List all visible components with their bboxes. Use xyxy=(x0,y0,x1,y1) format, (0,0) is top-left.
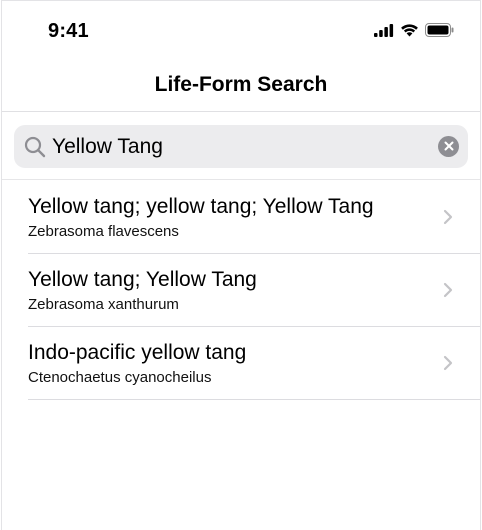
status-icons xyxy=(374,23,454,42)
status-time: 9:41 xyxy=(48,20,89,42)
clear-search-button[interactable] xyxy=(438,136,459,157)
result-row[interactable]: Yellow tang; yellow tang; Yellow Tang Ze… xyxy=(28,181,480,254)
search-bar[interactable] xyxy=(14,125,468,168)
cellular-signal-icon xyxy=(374,23,394,42)
wifi-icon xyxy=(400,23,419,42)
chevron-right-icon xyxy=(443,355,453,376)
search-icon xyxy=(24,136,46,163)
result-row[interactable]: Indo-pacific yellow tang Ctenochaetus cy… xyxy=(28,327,480,400)
clear-icon xyxy=(444,138,454,156)
chevron-right-icon xyxy=(443,282,453,303)
battery-icon xyxy=(425,23,454,42)
results-list: Yellow tang; yellow tang; Yellow Tang Ze… xyxy=(2,181,480,400)
page-title: Life-Form Search xyxy=(154,73,328,96)
result-scientific-name: Ctenochaetus cyanocheilus xyxy=(28,369,212,386)
result-common-names: Yellow tang; yellow tang; Yellow Tang xyxy=(28,195,374,218)
result-row[interactable]: Yellow tang; Yellow Tang Zebrasoma xanth… xyxy=(28,254,480,327)
navigation-bar: Life-Form Search xyxy=(2,63,480,112)
app-screen: 9:41 Life-Form Search Yellow Tang Yellow… xyxy=(1,0,481,530)
result-common-names: Indo-pacific yellow tang xyxy=(28,341,247,364)
result-common-names: Yellow tang; Yellow Tang xyxy=(28,268,257,291)
chevron-right-icon xyxy=(443,209,453,230)
status-bar: 9:41 xyxy=(2,1,480,61)
result-scientific-name: Zebrasoma xanthurum xyxy=(28,296,179,313)
divider xyxy=(2,179,480,180)
search-input[interactable] xyxy=(52,125,428,168)
result-scientific-name: Zebrasoma flavescens xyxy=(28,223,179,240)
